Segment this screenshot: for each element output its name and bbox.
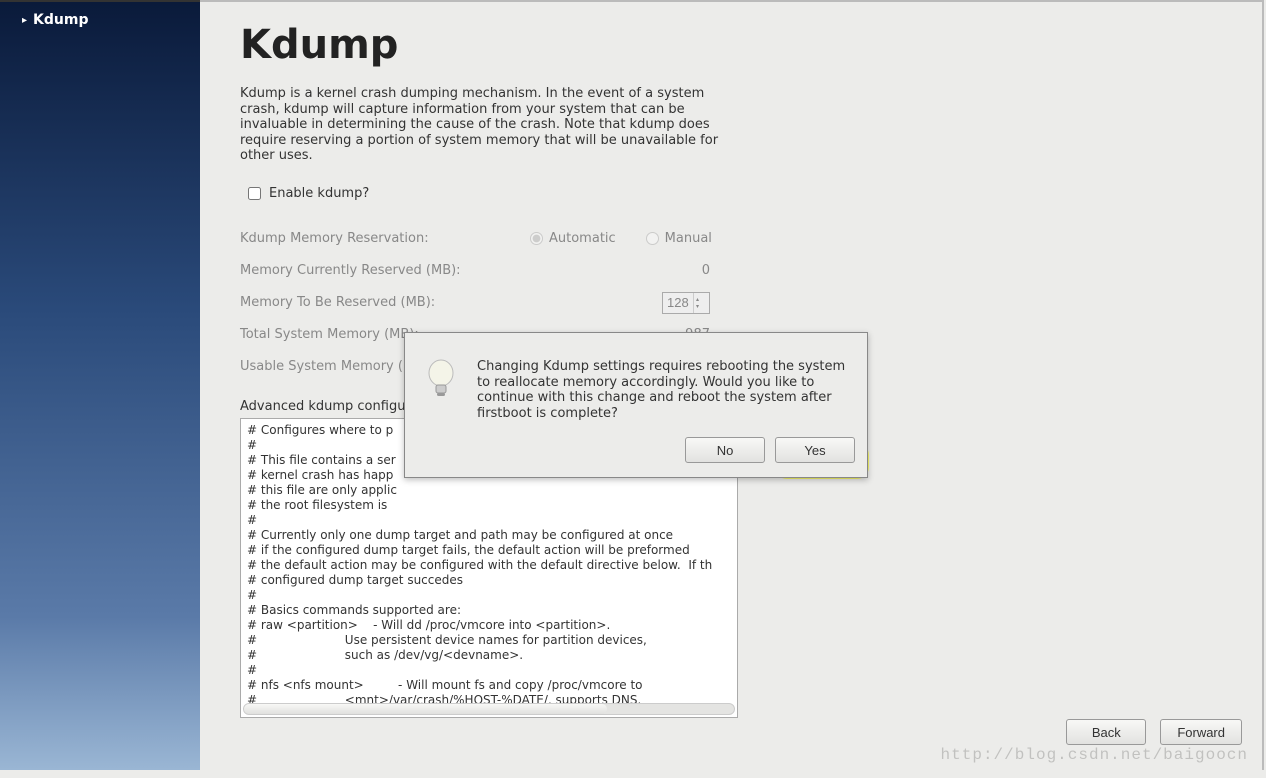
footer-buttons: Back Forward — [1066, 719, 1242, 745]
sidebar-item-label: Kdump — [33, 12, 88, 28]
no-button[interactable]: No — [685, 437, 765, 463]
to-reserve-label: Memory To Be Reserved (MB): — [240, 295, 530, 310]
enable-kdump-label: Enable kdump? — [269, 186, 369, 201]
reservation-label: Kdump Memory Reservation: — [240, 231, 530, 246]
lightbulb-icon — [421, 359, 461, 421]
reservation-manual-radio[interactable] — [646, 232, 659, 245]
dialog-message: Changing Kdump settings requires rebooti… — [477, 359, 851, 421]
current-reserved-value: 0 — [530, 263, 710, 278]
watermark-text: http://blog.csdn.net/baigoocn — [941, 746, 1248, 764]
reservation-manual-label: Manual — [665, 231, 712, 246]
page-description: Kdump is a kernel crash dumping mechanis… — [240, 86, 720, 164]
to-reserve-row: Memory To Be Reserved (MB): ▴▾ — [240, 287, 1222, 319]
enable-kdump-row: Enable kdump? — [240, 186, 1222, 201]
sidebar-item-kdump[interactable]: ▸ Kdump — [0, 2, 200, 38]
arrow-right-icon: ▸ — [22, 15, 27, 26]
enable-kdump-checkbox[interactable] — [248, 187, 261, 200]
reservation-automatic[interactable]: Automatic — [530, 231, 616, 246]
to-reserve-input[interactable] — [663, 293, 693, 313]
reboot-dialog: Changing Kdump settings requires rebooti… — [404, 332, 868, 478]
current-reserved-label: Memory Currently Reserved (MB): — [240, 263, 530, 278]
reservation-automatic-radio[interactable] — [530, 232, 543, 245]
reservation-row: Kdump Memory Reservation: Automatic Manu… — [240, 223, 1222, 255]
forward-button[interactable]: Forward — [1160, 719, 1242, 745]
reservation-automatic-label: Automatic — [549, 231, 616, 246]
yes-button[interactable]: Yes — [775, 437, 855, 463]
page-title: Kdump — [240, 22, 1222, 68]
back-button[interactable]: Back — [1066, 719, 1146, 745]
to-reserve-spinner[interactable]: ▴▾ — [662, 292, 710, 314]
reservation-manual[interactable]: Manual — [646, 231, 712, 246]
sidebar: ▸ Kdump — [0, 0, 200, 770]
horizontal-scrollbar[interactable] — [243, 703, 735, 715]
spinner-arrows-icon[interactable]: ▴▾ — [693, 293, 701, 313]
current-reserved-row: Memory Currently Reserved (MB): 0 — [240, 255, 1222, 287]
